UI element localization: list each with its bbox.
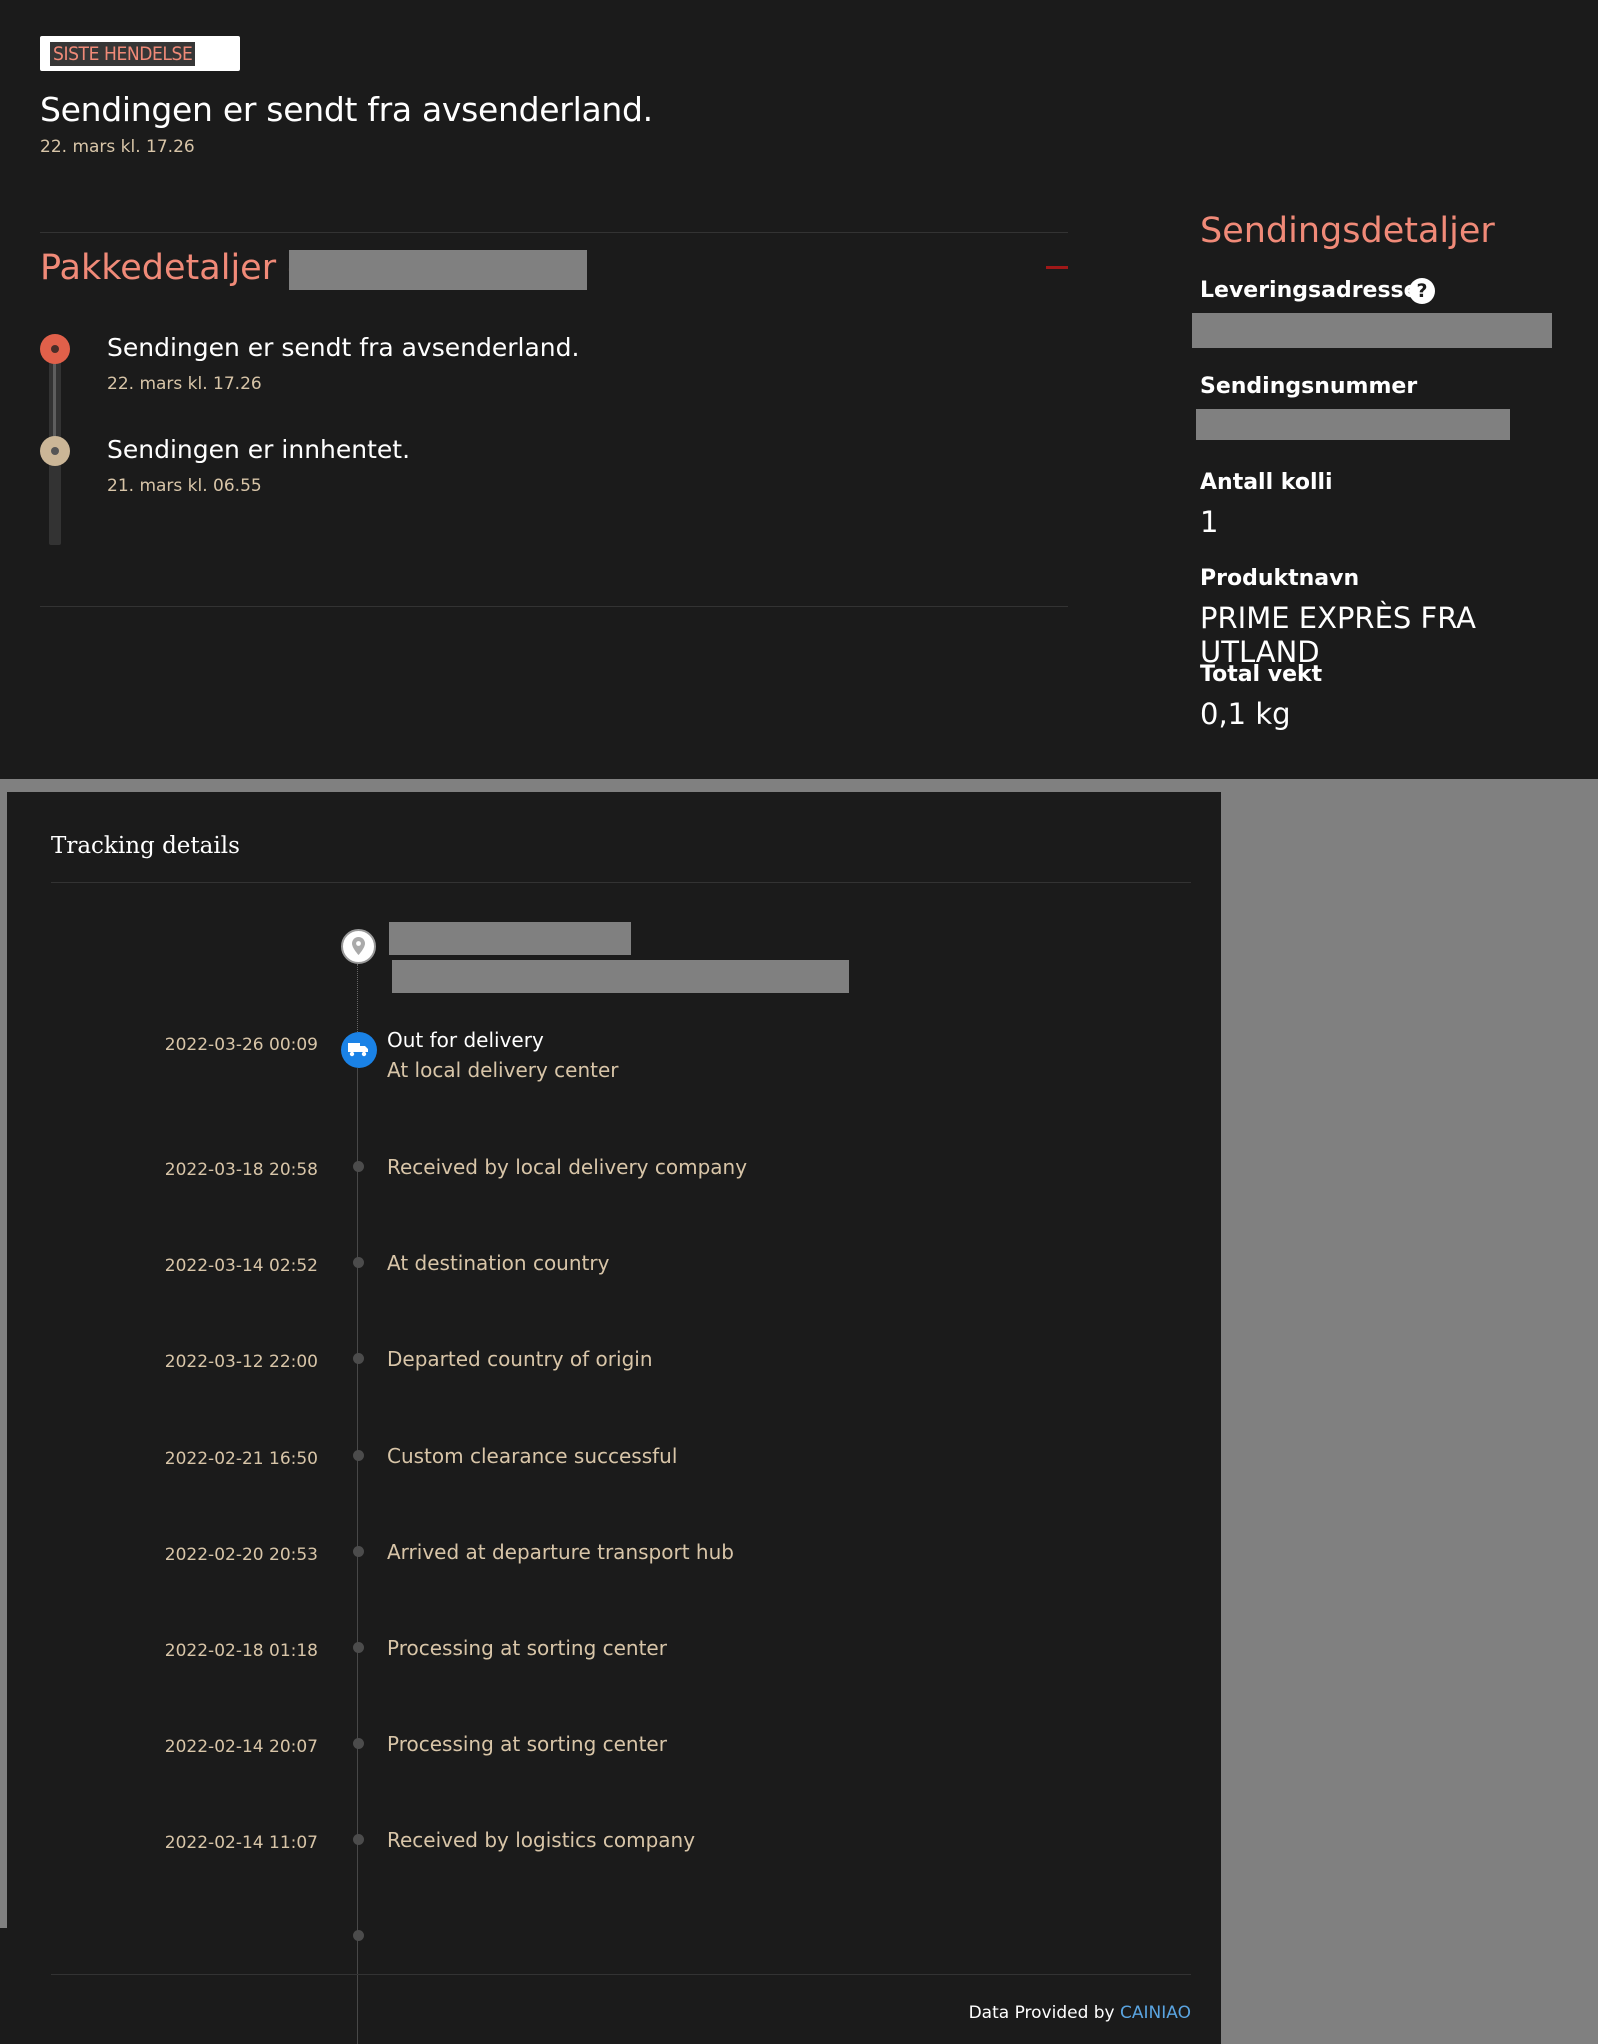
timeline-dot [353,1834,364,1845]
latest-event-tag: SISTE HENDELSE [40,36,240,71]
event-time: 2022-03-18 20:58 [164,1160,318,1180]
event-text: At destination country [387,1251,610,1275]
redacted-shipment-number [1196,409,1510,440]
event-time: 2022-02-14 20:07 [164,1737,318,1757]
redacted-package-id [289,250,587,290]
package-event-text: Sendingen er sendt fra avsenderland. [107,333,580,362]
event-time: 2022-02-20 20:53 [164,1545,318,1565]
timeline-dot [353,1450,364,1461]
timeline-dot-current [40,334,70,364]
event-time: 2022-03-26 00:09 [164,1035,318,1055]
package-details-title: Pakkedetaljer - [40,248,300,288]
shipment-number-label: Sendingsnummer [1200,374,1418,399]
event-time: 2022-03-12 22:00 [164,1352,318,1372]
event-text: Arrived at departure transport hub [387,1540,734,1564]
total-weight-label: Total vekt [1200,662,1323,687]
total-weight-value: 0,1 kg [1200,697,1291,731]
divider [40,606,1068,607]
product-name-value: PRIME EXPRÈS FRA UTLAND [1200,601,1477,669]
timeline-dot-past [40,436,70,466]
event-time: 2022-02-14 11:07 [164,1833,318,1853]
timeline-dot [353,1738,364,1749]
tracking-details-panel: Tracking details 2022-03-26 00:09 Out fo… [0,792,1221,2044]
truck-icon [341,1032,377,1068]
timeline-dot [353,1642,364,1653]
event-time: 2022-02-18 01:18 [164,1641,318,1661]
event-text: Custom clearance successful [387,1444,678,1468]
package-event-date: 22. mars kl. 17.26 [107,374,262,394]
cainiao-link[interactable]: CAINIAO [1120,2003,1191,2023]
redacted-destination-name [389,922,631,955]
package-count-value: 1 [1200,505,1219,539]
event-text: Departed country of origin [387,1347,653,1371]
event-status: Out for delivery [387,1028,544,1052]
event-text: Processing at sorting center [387,1732,667,1756]
data-provider-prefix: Data Provided by [968,2003,1115,2023]
latest-event-tag-label: SISTE HENDELSE [50,42,196,66]
timeline-dot [353,1546,364,1557]
question-circle-icon[interactable]: ? [1409,278,1435,304]
data-provider-credit: Data Provided by CAINIAO [969,2003,1191,2023]
event-text: Received by local delivery company [387,1155,748,1179]
latest-event-title: Sendingen er sendt fra avsenderland. [40,90,653,129]
divider [51,882,1191,883]
divider [40,232,1068,233]
event-text: Received by logistics company [387,1828,696,1852]
timeline-dotted-line [357,964,358,1032]
divider [51,1974,1191,1975]
tracking-details-title: Tracking details [51,833,240,859]
location-pin-icon [341,929,376,964]
product-name-label: Produktnavn [1200,566,1360,591]
package-event-date: 21. mars kl. 06.55 [107,476,262,496]
event-time: 2022-03-14 02:52 [164,1256,318,1276]
shipment-details-title: Sendingsdetaljer [1200,211,1495,251]
collapse-button[interactable] [1046,266,1068,269]
timeline-dot [353,1930,364,1941]
package-event-text: Sendingen er innhentet. [107,435,411,464]
delivery-address-label: Leveringsadresse [1200,278,1419,303]
timeline-dot [353,1257,364,1268]
latest-event-date: 22. mars kl. 17.26 [40,137,195,157]
timeline-dot [353,1161,364,1172]
timeline-dot [353,1353,364,1364]
event-detail: At local delivery center [387,1058,619,1082]
event-time: 2022-02-21 16:50 [164,1449,318,1469]
shipment-panel: SISTE HENDELSE Sendingen er sendt fra av… [0,0,1598,779]
redacted-destination-address [392,960,849,993]
event-text: Processing at sorting center [387,1636,667,1660]
package-count-label: Antall kolli [1200,470,1333,495]
redacted-delivery-address [1192,313,1552,348]
